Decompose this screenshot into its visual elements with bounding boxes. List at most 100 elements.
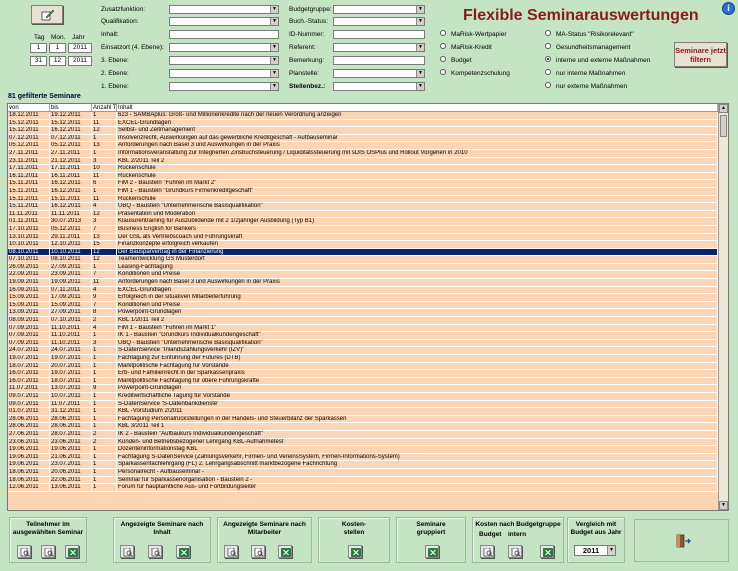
exit-button[interactable]: [634, 519, 729, 562]
col-header-bis[interactable]: bis: [50, 104, 92, 111]
referent-select[interactable]: ▼: [333, 43, 425, 52]
table-row[interactable]: 15.12.2011 15.12.2011 11 EXCEL-Grundlagen: [8, 119, 728, 128]
col-header-anzahl[interactable]: Anzahl TN: [92, 104, 117, 111]
einsatzort-select[interactable]: ▼: [169, 43, 279, 52]
table-row[interactable]: 08.10.2011 10.10.2011 12 Der Bausparvertrag…: [8, 248, 728, 257]
table-row[interactable]: 19.06.2011 21.06.2011 1 Fachtagung S-DatenS…: [8, 453, 728, 462]
table-row[interactable]: 15.09.2011 15.09.2011 7 Konditionen und Pre…: [8, 301, 728, 310]
radio-interne-externe[interactable]: interne und externe Maßnahmen: [545, 56, 650, 64]
table-row[interactable]: 27.11.2011 27.11.2011 1 Informationsveranst…: [8, 149, 728, 158]
table-row[interactable]: 23.11.2011 21.12.2011 3 KBL 2/2011 Teil 2: [8, 157, 728, 166]
option-marisk-wertpapier[interactable]: MaRisk-Wertpapier: [440, 30, 507, 38]
radio-nur-externe[interactable]: nur externe Maßnahmen: [545, 82, 627, 90]
info-icon[interactable]: i: [722, 2, 735, 15]
table-row[interactable]: 07.09.2011 11.10.2011 3 UBQ - Baustein "Unt…: [8, 339, 728, 348]
print-button[interactable]: [148, 545, 162, 558]
table-row[interactable]: 22.09.2011 23.09.2011 7 Konditionen und Pre…: [8, 271, 728, 280]
table-row[interactable]: 28.06.2011 28.06.2011 1 KBL 3/2011 Teil 1: [8, 423, 728, 431]
to-day[interactable]: 31: [30, 56, 47, 66]
table-row[interactable]: 07.12.2011 07.12.2011 1 Insolvenzrecht, Aus…: [8, 134, 728, 143]
table-row[interactable]: 09.07.2011 10.07.2011 1 Kreditwirtschaftlic…: [8, 392, 728, 401]
table-row[interactable]: 13.10.2011 29.11.2011 13 Der GSL als Vertri…: [8, 233, 728, 242]
table-row[interactable]: 28.06.2011 28.06.2011 1 Fachtagung Personal…: [8, 415, 728, 424]
option-marisk-kredit[interactable]: MaRisk-Kredit: [440, 43, 492, 51]
table-row[interactable]: 16.07.2011 18.07.2011 1 Marktpolitische Fac…: [8, 377, 728, 386]
option-kompetenzschulung[interactable]: Kompetenzschulung: [440, 69, 510, 77]
table-row[interactable]: 19.09.2011 19.09.2011 11 Anforderungen nach…: [8, 279, 728, 287]
table-row[interactable]: 24.07.2011 24.07.2011 1 S-DatenService "Inl…: [8, 347, 728, 355]
excel-export-button[interactable]: [278, 545, 292, 558]
preview-button[interactable]: [120, 545, 134, 558]
table-row[interactable]: 18.06.2011 22.06.2011 1 Seminar für Sparkas…: [8, 476, 728, 485]
buchstatus-select[interactable]: ▼: [333, 17, 425, 26]
table-row[interactable]: 27.06.2011 28.07.2011 2 IK 2 - Baustein "Au…: [8, 430, 728, 439]
excel-export-button[interactable]: [176, 545, 190, 558]
qualifikation-select[interactable]: ▼: [169, 17, 279, 26]
from-day[interactable]: 1: [30, 43, 47, 53]
from-month[interactable]: 1: [49, 43, 66, 53]
table-row[interactable]: 16.11.2011 16.11.2011 11 Rückenschule: [8, 172, 728, 181]
table-row[interactable]: 07.10.2011 08.10.2011 12 Teamentwicklung GS…: [8, 256, 728, 264]
table-row[interactable]: 23.06.2011 23.06.2011 2 Kunden- und Betrieb…: [8, 438, 728, 447]
ebene2-select[interactable]: ▼: [169, 69, 279, 78]
table-row[interactable]: 09.07.2011 11.07.2011 1 S-DatenService 'S-D…: [8, 400, 728, 409]
table-row[interactable]: 12.06.2011 13.06.2011 1 Forum für hauptamtl…: [8, 484, 728, 492]
intern-preview-button[interactable]: [508, 545, 522, 558]
table-row[interactable]: 15.11.2011 16.12.2011 1 FiM 1 - Baustein "G…: [8, 187, 728, 196]
table-row[interactable]: 16.07.2011 19.07.2011 1 Erb- und Familienre…: [8, 370, 728, 378]
table-row[interactable]: 15.11.2011 16.12.2011 4 UBQ - Baustein "Unt…: [8, 203, 728, 211]
zusatzfunktion-select[interactable]: ▼: [169, 5, 279, 14]
vertical-scrollbar[interactable]: ▲ ▼: [718, 104, 728, 510]
stellenbez-select[interactable]: ▼: [333, 82, 425, 91]
ebene3-select[interactable]: ▼: [169, 56, 279, 65]
table-row[interactable]: 16.09.2011 07.11.2011 4 EXCEL-Grundlagen: [8, 286, 728, 295]
col-header-von[interactable]: von: [8, 104, 50, 111]
print-button[interactable]: [251, 545, 265, 558]
table-row[interactable]: 15.11.2011 16.12.2011 6 FiM 2 - Baustein "F…: [8, 180, 728, 188]
budget-preview-button[interactable]: [480, 545, 494, 558]
table-row[interactable]: 05.12.2011 05.12.2011 13 Anforderungen nach…: [8, 142, 728, 150]
to-year[interactable]: 2011: [68, 56, 92, 66]
table-row[interactable]: 10.10.2011 12.10.2011 15 Finanzkonzepte erf…: [8, 241, 728, 249]
table-row[interactable]: 15.11.2011 15.11.2011 11 Rückenschule: [8, 195, 728, 204]
option-gesundheitsmanagement[interactable]: Gesundheitsmanagement: [545, 43, 630, 51]
from-year[interactable]: 2011: [68, 43, 92, 53]
table-row[interactable]: 08.09.2011 07.10.2011 2 KBL 1/2011 Teil 2: [8, 317, 728, 325]
table-row[interactable]: 01.07.2011 31.12.2011 1 KBL -Vorstudium 2/2…: [8, 408, 728, 416]
idnummer-input[interactable]: [333, 30, 425, 39]
scroll-down-icon[interactable]: ▼: [719, 501, 728, 510]
col-header-inhalt[interactable]: Inhalt: [117, 104, 718, 111]
print-button[interactable]: [41, 545, 55, 558]
table-row[interactable]: 19.07.2011 19.07.2011 1 Fachtagung zur Einf…: [8, 355, 728, 363]
budget-excel-button[interactable]: [540, 545, 554, 558]
table-row[interactable]: 18.06.2011 20.06.2011 1 Personalrecht - Auf…: [8, 468, 728, 477]
preview-button[interactable]: [224, 545, 238, 558]
radio-nur-interne[interactable]: nur interne Maßnahmen: [545, 69, 625, 77]
table-row[interactable]: 19.06.2011 23.07.2011 1 Sparkassenfachlehrg…: [8, 461, 728, 469]
bemerkung-input[interactable]: [333, 56, 425, 65]
table-row[interactable]: 11.07.2011 13.07.2011 9 Powerpoint-Grundlag…: [8, 385, 728, 393]
filter-button[interactable]: Seminare jetzt filtern: [674, 42, 727, 67]
table-row[interactable]: 01.11.2011 30.07.2013 3 Klausurentraining f…: [8, 218, 728, 226]
ebene1-select[interactable]: ▼: [169, 82, 279, 91]
seminar-table[interactable]: von bis Anzahl TN Inhalt 18.12.201119.12…: [7, 103, 729, 511]
option-ma-status-risikorelevant[interactable]: MA-Status "Risikorelevant": [545, 30, 634, 38]
table-row[interactable]: 07.09.2011 11.10.2011 4 FiM 1 - Baustein "F…: [8, 324, 728, 333]
scroll-up-icon[interactable]: ▲: [719, 104, 728, 113]
option-budget[interactable]: Budget: [440, 56, 472, 64]
table-row[interactable]: 07.09.2011 11.10.2011 1 IK 1 - Baustein "Gr…: [8, 332, 728, 340]
gruppiert-excel-button[interactable]: [425, 545, 439, 558]
table-row[interactable]: 18.07.2011 20.07.2011 1 Marktpolitische Fac…: [8, 362, 728, 371]
scroll-thumb[interactable]: [720, 115, 727, 137]
inhalt-input[interactable]: [169, 30, 279, 39]
preview-button[interactable]: [17, 545, 31, 558]
planstelle-select[interactable]: ▼: [333, 69, 425, 78]
table-row[interactable]: 17.10.2011 05.12.2011 7 Business English fo…: [8, 225, 728, 234]
table-row[interactable]: 15.09.2011 17.09.2011 9 Erfolgreich in der …: [8, 294, 728, 302]
edit-button[interactable]: [31, 5, 63, 24]
table-row[interactable]: 17.11.2011 17.11.2011 10 Rückenschule: [8, 165, 728, 173]
to-month[interactable]: 12: [49, 56, 66, 66]
budgetgruppe-select[interactable]: ▼: [333, 5, 425, 14]
excel-export-button[interactable]: [65, 545, 79, 558]
table-row[interactable]: 13.09.2011 27.09.2011 8 Powerpoint-Grundlag…: [8, 309, 728, 318]
